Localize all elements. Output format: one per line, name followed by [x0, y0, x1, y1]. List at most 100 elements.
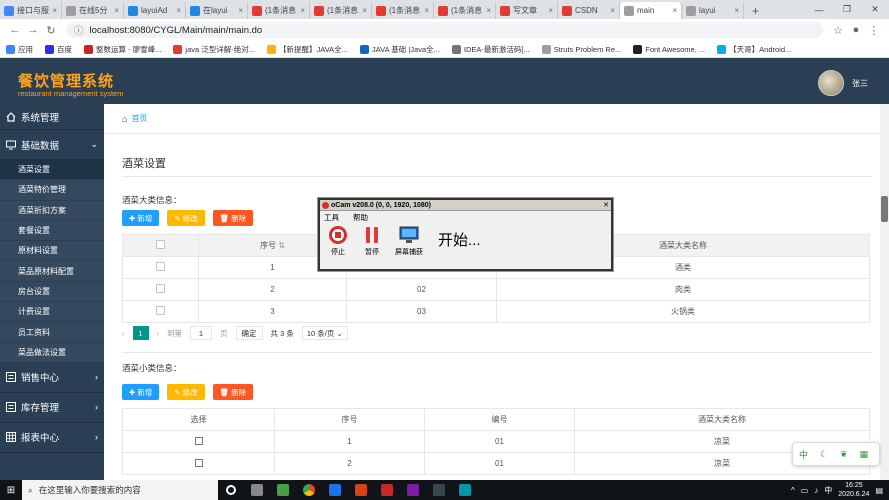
prev-page-icon[interactable]: ‹ — [122, 329, 125, 338]
ocam-menu-tools[interactable]: 工具 — [324, 212, 339, 223]
ocam-title-bar[interactable]: oCam v208.0 (0, 0, 1920, 1080) ✕ — [320, 200, 611, 211]
table-row[interactable]: 2 01 凉菜 — [122, 452, 870, 475]
new-tab-button[interactable]: + — [744, 2, 767, 19]
avatar[interactable] — [818, 70, 844, 96]
table-row[interactable]: 1 01 凉菜 — [122, 430, 870, 453]
bookmark-item[interactable]: 百度 — [45, 44, 72, 55]
idea-icon[interactable] — [400, 480, 426, 500]
network-icon[interactable]: ▭ — [801, 486, 809, 495]
table-row[interactable]: 2 02 肉类 — [122, 278, 870, 301]
sidebar-subitem[interactable]: 酒菜折扣方案 — [0, 200, 104, 221]
row-checkbox[interactable] — [156, 262, 165, 271]
sidebar-group-basic-data[interactable]: 基础数据 ⌄ — [0, 130, 104, 160]
ime-mode[interactable]: 中 — [799, 448, 808, 461]
sidebar-subitem[interactable]: 酒菜特价管理 — [0, 180, 104, 201]
browser-tab[interactable]: (1条消息 × — [310, 2, 372, 19]
sidebar-item-system[interactable]: 系统管理 — [0, 104, 104, 130]
close-window-icon[interactable]: ✕ — [861, 0, 889, 19]
star-icon[interactable]: ☆ — [829, 24, 847, 37]
profile-icon[interactable]: ● — [847, 24, 865, 36]
close-tab-icon[interactable]: × — [670, 6, 677, 15]
browser-tab[interactable]: layui × — [682, 2, 744, 19]
bookmark-item[interactable]: 【天哥】Android... — [717, 44, 791, 55]
bookmark-item[interactable]: JAVA 基础 |Java全... — [359, 44, 440, 55]
browser-tab[interactable]: main × — [620, 2, 682, 19]
menu-icon[interactable]: ⋮ — [865, 24, 883, 37]
app-icon[interactable] — [452, 480, 478, 500]
taskbar-search[interactable]: ⌕ 在这里输入你要搜索的内容 — [22, 480, 218, 500]
chrome-icon[interactable] — [296, 480, 322, 500]
app-icon[interactable] — [374, 480, 400, 500]
windows-start-icon[interactable]: ⊞ — [0, 480, 22, 500]
browser-tab[interactable]: layuiAd × — [124, 2, 186, 19]
ocam-menu-help[interactable]: 帮助 — [353, 212, 368, 223]
browser-tab[interactable]: (1条消息 × — [372, 2, 434, 19]
close-icon[interactable]: ✕ — [603, 201, 609, 209]
sidebar-subitem[interactable]: 菜品做法设置 — [0, 342, 104, 363]
close-tab-icon[interactable]: × — [546, 6, 553, 15]
delete-subcategory-button[interactable]: 🗑 删除 — [212, 384, 254, 400]
pdf-app-icon[interactable] — [270, 480, 296, 500]
scrollbar[interactable] — [880, 104, 889, 480]
sidebar-subitem[interactable]: 酒菜设置 — [0, 160, 104, 181]
sort-icon[interactable]: ⇅ — [278, 241, 285, 250]
app-icon[interactable] — [322, 480, 348, 500]
ocam-capture-button[interactable]: 屏幕捕获 — [392, 225, 426, 257]
sidebar-subitem[interactable]: 原材料设置 — [0, 241, 104, 262]
row-checkbox[interactable] — [156, 306, 165, 315]
app-icon[interactable] — [426, 480, 452, 500]
browser-tab[interactable]: 在layui × — [186, 2, 248, 19]
edit-subcategory-button[interactable]: ✎ 修改 — [167, 384, 205, 400]
next-page-icon[interactable]: › — [157, 329, 160, 338]
sidebar-subitem[interactable]: 计费设置 — [0, 302, 104, 323]
sidebar-group-sales[interactable]: 销售中心 › — [0, 362, 104, 393]
ocam-pause-button[interactable]: 暂停 — [358, 225, 386, 257]
row-checkbox[interactable] — [156, 284, 165, 293]
sidebar-subitem[interactable]: 菜品原材料配置 — [0, 261, 104, 282]
close-tab-icon[interactable]: × — [112, 6, 119, 15]
bookmark-item[interactable]: IDEA-最新激活码[... — [451, 44, 530, 55]
task-view-icon[interactable] — [244, 480, 270, 500]
sidebar-group-reports[interactable]: 报表中心 › — [0, 422, 104, 453]
close-tab-icon[interactable]: × — [360, 6, 367, 15]
minimize-icon[interactable]: — — [805, 0, 833, 19]
close-tab-icon[interactable]: × — [174, 6, 181, 15]
ocam-stop-button[interactable]: 停止 — [324, 225, 352, 257]
breadcrumb-home-link[interactable]: 首页 — [131, 113, 147, 124]
reload-icon[interactable]: ↻ — [42, 24, 60, 37]
chevron-up-icon[interactable]: ^ — [791, 486, 795, 495]
bookmark-item[interactable]: java 泛型详解-绝对... — [173, 44, 255, 55]
delete-category-button[interactable]: 🗑 删除 — [212, 210, 254, 226]
browser-tab[interactable]: (1条消息 × — [248, 2, 310, 19]
select-all-checkbox[interactable] — [156, 240, 165, 249]
cortana-icon[interactable] — [218, 480, 244, 500]
url-input[interactable]: ⓘ localhost:8080/CYGL/Main/main/main.do — [66, 22, 823, 38]
row-checkbox[interactable] — [194, 458, 203, 467]
ime-indicator[interactable]: 中 — [824, 485, 832, 496]
notification-icon[interactable]: ▤ — [875, 486, 883, 495]
edit-category-button[interactable]: ✎ 修改 — [167, 210, 205, 226]
goto-confirm-button[interactable]: 确定 — [235, 326, 263, 340]
row-checkbox[interactable] — [194, 436, 203, 445]
forward-icon[interactable]: → — [24, 24, 42, 36]
bookmark-item[interactable]: 应用 — [6, 44, 33, 55]
browser-tab[interactable]: (1条消息 × — [434, 2, 496, 19]
bookmark-item[interactable]: 【新提醒】JAVA全... — [267, 44, 348, 55]
bookmark-item[interactable]: Font Awesome, ... — [633, 44, 705, 54]
close-tab-icon[interactable]: × — [732, 6, 739, 15]
per-page-select[interactable]: 10 条/页 ⌄ — [301, 326, 348, 340]
apps-icon[interactable]: ▦ — [860, 449, 869, 460]
table-row[interactable]: 3 03 火锅类 — [122, 300, 870, 323]
close-tab-icon[interactable]: × — [298, 6, 305, 15]
sidebar-subitem[interactable]: 员工资料 — [0, 322, 104, 343]
browser-tab[interactable]: 在线5分 × — [62, 2, 124, 19]
close-tab-icon[interactable]: × — [608, 6, 615, 15]
info-icon[interactable]: ⓘ — [74, 23, 84, 37]
bookmark-item[interactable]: 整数运算 - 廖雪峰... — [84, 44, 161, 55]
scrollbar-thumb[interactable] — [881, 196, 888, 222]
browser-tab[interactable]: 接口与服 × — [0, 2, 62, 19]
browser-tab[interactable]: CSDN × — [558, 2, 620, 19]
add-category-button[interactable]: ✚ 新增 — [122, 210, 160, 226]
bookmark-item[interactable]: Struts Problem Re... — [541, 44, 621, 54]
moon-icon[interactable]: ☾ — [820, 449, 828, 460]
